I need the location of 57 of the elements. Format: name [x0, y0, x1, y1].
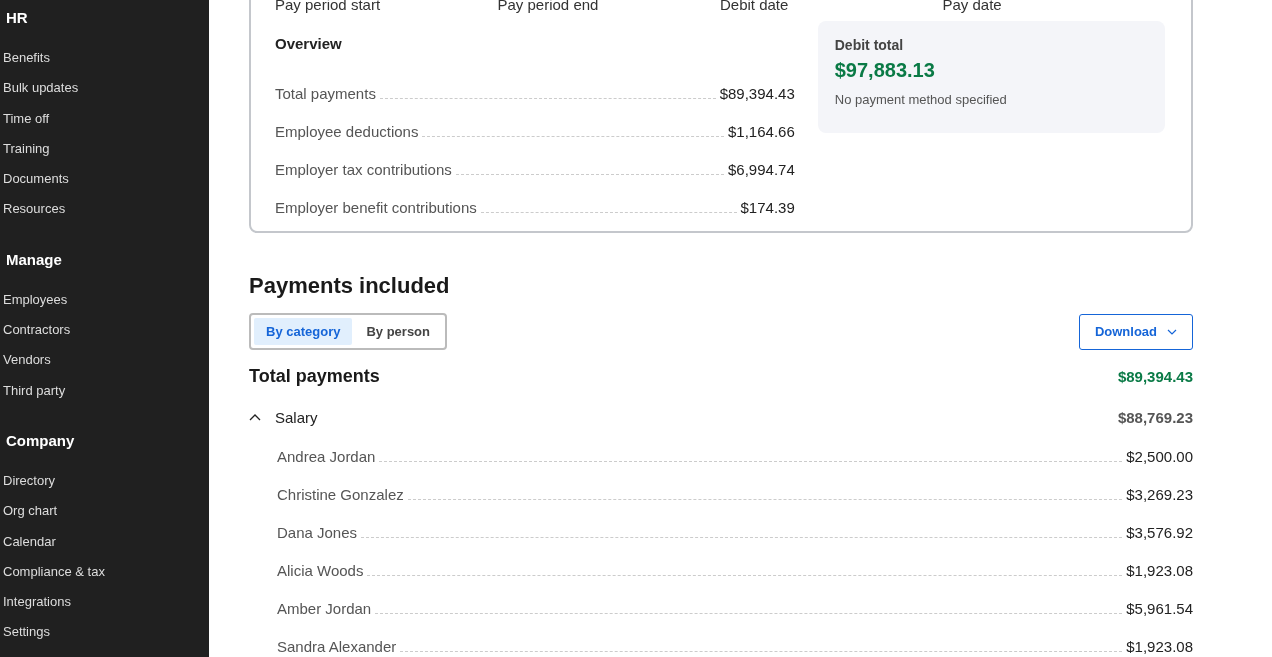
- total-amount: $89,394.43: [1117, 368, 1193, 385]
- nav-link[interactable]: Benefits: [0, 49, 209, 80]
- payment-amount: $1,923.08: [1126, 637, 1193, 657]
- column-label: Debit date: [720, 0, 790, 13]
- caret-icon: [249, 413, 261, 421]
- nav-link[interactable]: Vendors: [0, 351, 209, 382]
- nav-link[interactable]: Calendar: [0, 532, 209, 563]
- debit-note: No payment method specified: [834, 92, 1008, 107]
- section-title: Company: [5, 431, 76, 451]
- group-amount: $88,769.23: [1117, 408, 1193, 426]
- column-label: Pay period end: [497, 0, 600, 13]
- payment-amount: $3,269.23: [1126, 485, 1193, 505]
- nav-link[interactable]: Settings: [0, 623, 209, 654]
- line-label: Employee deductions: [275, 122, 419, 142]
- group-toggle[interactable]: Salary: [249, 408, 318, 426]
- line-amount: $1,164.66: [728, 122, 795, 142]
- view-tab[interactable]: By category: [254, 318, 353, 345]
- line-label: Total payments: [275, 84, 376, 104]
- view-tab[interactable]: By person: [354, 318, 442, 345]
- chevron-down-icon: [1167, 328, 1177, 335]
- section-heading: Payments included: [249, 273, 451, 299]
- nav-link[interactable]: Employees: [0, 290, 209, 322]
- nav-link[interactable]: Third party: [0, 381, 209, 412]
- section-title: HR: [5, 9, 29, 28]
- column-label: Pay date: [942, 0, 1003, 13]
- line-label: Employer tax contributions: [275, 160, 452, 180]
- person-name: Christine Gonzalez: [277, 485, 404, 505]
- nav-link[interactable]: Time off: [0, 109, 209, 140]
- nav-link[interactable]: Org chart: [0, 502, 209, 533]
- payment-amount: $3,576.92: [1126, 523, 1193, 543]
- overview-title: Overview: [275, 35, 343, 52]
- payment-amount: $5,961.54: [1126, 599, 1193, 619]
- nav-link[interactable]: Integrations: [0, 593, 209, 624]
- person-name: Sandra Alexander: [277, 637, 397, 657]
- line-amount: $174.39: [740, 198, 795, 218]
- section-title: Manage: [5, 250, 63, 270]
- nav-link[interactable]: Bulk updates: [0, 79, 209, 110]
- payment-amount: $2,500.00: [1126, 447, 1193, 467]
- nav-link[interactable]: Training: [0, 139, 209, 171]
- person-name: Andrea Jordan: [277, 447, 376, 467]
- person-name: Amber Jordan: [277, 599, 372, 619]
- debit-title: Debit total: [834, 37, 905, 53]
- payment-amount: $1,923.08: [1126, 561, 1193, 581]
- total-label: Total payments: [249, 366, 380, 387]
- nav-link[interactable]: Resources: [0, 200, 209, 231]
- debit-amount: $97,883.13: [834, 59, 936, 82]
- column-label: Pay period start: [275, 0, 382, 13]
- nav-link[interactable]: Directory: [0, 471, 209, 503]
- line-amount: $6,994.74: [728, 160, 795, 180]
- line-amount: $89,394.43: [719, 84, 795, 104]
- person-name: Dana Jones: [277, 523, 358, 543]
- line-label: Employer benefit contributions: [275, 198, 477, 218]
- nav-link[interactable]: Contractors: [0, 321, 209, 352]
- nav-link[interactable]: Compliance & tax: [0, 562, 209, 594]
- person-name: Alicia Woods: [277, 561, 364, 581]
- download-button[interactable]: Download: [1078, 313, 1193, 350]
- nav-link[interactable]: Documents: [0, 170, 209, 201]
